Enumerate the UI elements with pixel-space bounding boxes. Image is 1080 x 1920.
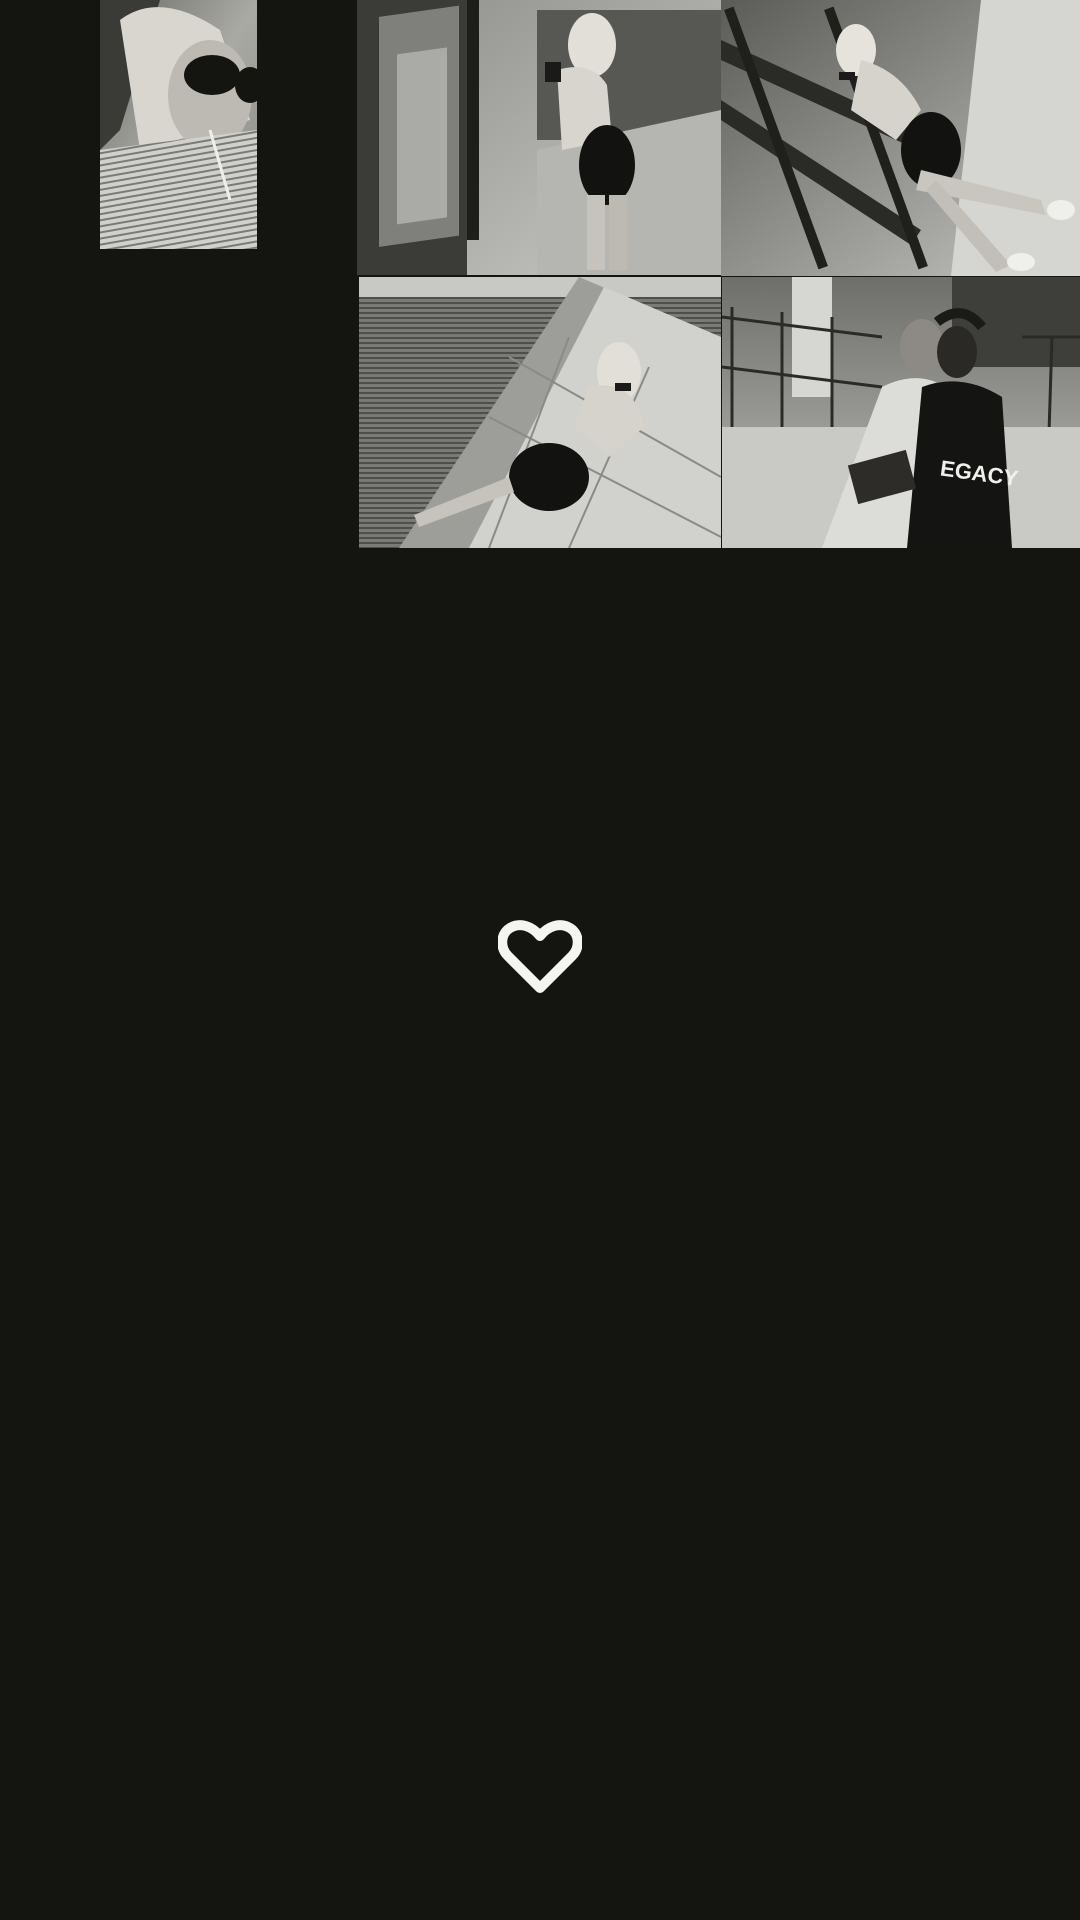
photo-gym-squat-rack-image [721, 0, 1080, 276]
like-button[interactable] [498, 920, 582, 996]
photo-sunglasses-selfie-image [100, 0, 257, 249]
photo-gym-mirror-selfie[interactable] [357, 0, 721, 275]
photo-cheer-friends-image: EGACY [722, 277, 1080, 548]
photo-tiled-mirror-selfie[interactable] [359, 277, 721, 548]
photo-cheer-friends[interactable]: EGACY [722, 277, 1080, 548]
photo-gym-squat-rack[interactable] [721, 0, 1080, 276]
photo-sunglasses-selfie[interactable] [100, 0, 257, 249]
photo-gym-mirror-selfie-image [357, 0, 721, 275]
heart-outline-icon [498, 920, 582, 993]
photo-tiled-mirror-selfie-image [359, 277, 721, 548]
